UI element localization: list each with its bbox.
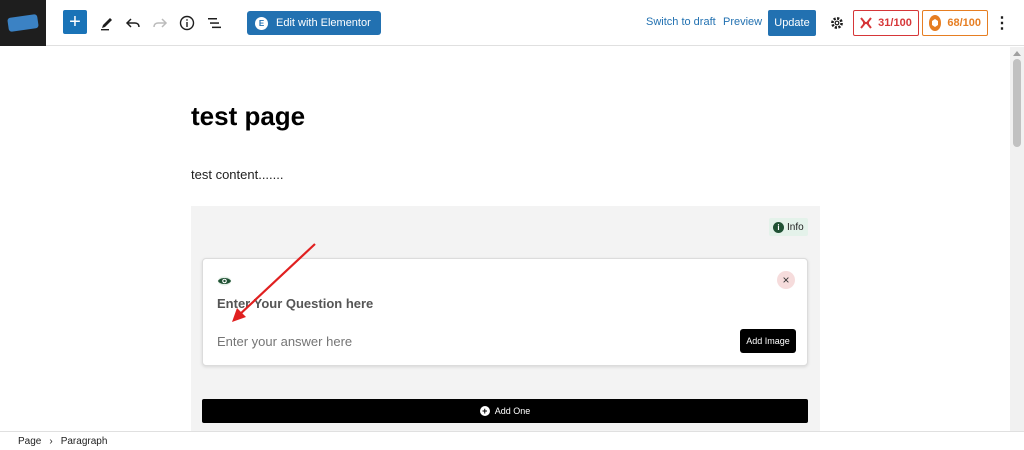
switch-to-draft-button[interactable]: Switch to draft	[646, 16, 716, 28]
scroll-up-arrow-icon[interactable]	[1013, 51, 1021, 56]
add-image-button[interactable]: Add Image	[740, 329, 796, 353]
readability-plugin-icon	[929, 15, 942, 31]
update-button[interactable]: Update	[768, 10, 816, 36]
answer-input[interactable]: Enter your answer here	[217, 334, 352, 349]
plus-circle-icon: +	[479, 406, 490, 416]
seo-score-value: 31/100	[878, 17, 912, 29]
breadcrumb-chevron-icon: ›	[49, 435, 53, 447]
breadcrumb-page[interactable]: Page	[18, 436, 41, 447]
elementor-button-label: Edit with Elementor	[276, 17, 371, 29]
readability-score-button[interactable]: 68/100	[922, 10, 988, 36]
tools-pencil-icon[interactable]	[95, 11, 119, 35]
editor-toolbar: + E Edit with Elementor Switch to draft …	[0, 0, 1024, 46]
add-one-label: Add One	[494, 406, 531, 416]
elementor-icon: E	[255, 16, 268, 30]
info-circle-icon: i	[773, 221, 784, 233]
readability-score-value: 68/100	[947, 17, 981, 29]
page-title[interactable]: test page	[191, 101, 305, 132]
site-logo-badge	[7, 13, 39, 32]
vertical-scrollbar[interactable]	[1010, 47, 1024, 431]
info-badge[interactable]: i Info	[769, 218, 808, 236]
edit-with-elementor-button[interactable]: E Edit with Elementor	[247, 11, 381, 35]
info-icon[interactable]	[175, 11, 199, 35]
eye-icon[interactable]	[217, 274, 232, 286]
site-logo[interactable]	[0, 0, 46, 46]
info-label: Info	[787, 221, 804, 233]
undo-icon[interactable]	[121, 11, 145, 35]
more-options-icon[interactable]: ⋮	[994, 13, 1010, 33]
faq-block[interactable]: i Info × Enter Your Question here Enter …	[191, 206, 820, 431]
settings-gear-icon[interactable]	[825, 11, 849, 35]
add-block-button[interactable]: +	[63, 10, 87, 34]
scroll-thumb[interactable]	[1013, 59, 1021, 147]
editor-canvas: test page test content....... i Info × E…	[0, 47, 1010, 431]
question-card: × Enter Your Question here Enter your an…	[202, 258, 808, 366]
question-input[interactable]: Enter Your Question here	[217, 296, 373, 311]
seo-plugin-icon	[860, 17, 872, 29]
preview-button[interactable]: Preview	[723, 16, 762, 28]
list-view-icon[interactable]	[202, 11, 226, 35]
redo-icon[interactable]	[148, 11, 172, 35]
close-icon[interactable]: ×	[777, 271, 795, 289]
seo-score-button[interactable]: 31/100	[853, 10, 919, 36]
add-one-button[interactable]: + Add One	[202, 399, 808, 423]
breadcrumb-paragraph[interactable]: Paragraph	[61, 436, 108, 447]
block-breadcrumb: Page › Paragraph	[0, 431, 1024, 450]
paragraph-block[interactable]: test content.......	[191, 167, 284, 182]
